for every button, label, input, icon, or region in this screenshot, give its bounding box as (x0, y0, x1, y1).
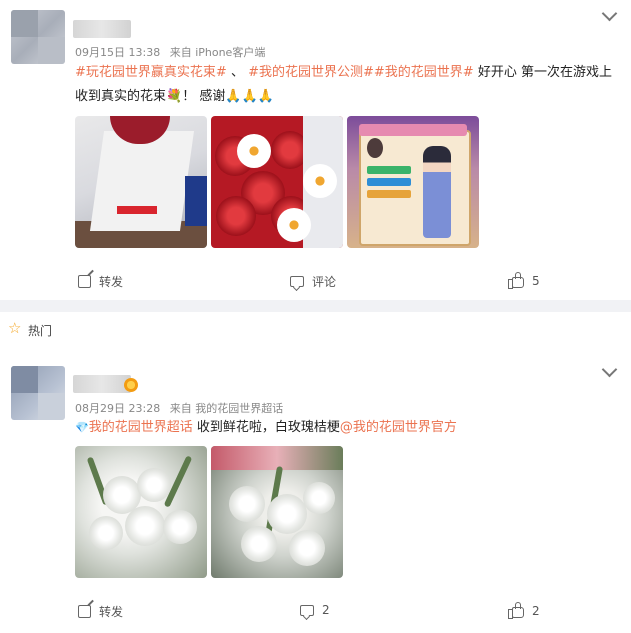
chevron-down-icon[interactable] (601, 5, 618, 22)
hashtag-link[interactable]: #我的花园世界# (374, 65, 474, 80)
post-image-roses[interactable] (211, 116, 343, 248)
post-text: #玩花园世界赢真实花束# 、 #我的花园世界公测##我的花园世界# 好开心 第一… (75, 61, 617, 109)
post-image-game-screenshot[interactable] (347, 116, 479, 248)
post-actions: 转发 评论 5 (0, 272, 631, 293)
comment-count: 2 (322, 603, 330, 617)
repost-label: 转发 (99, 605, 124, 619)
hashtag-link[interactable]: #我的花园世界公测# (248, 65, 374, 80)
supertopic-label: 我的花园世界超话 (88, 420, 193, 435)
pray-emoji: 🙏🙏🙏 (225, 89, 274, 104)
comment-button[interactable]: 2 (300, 603, 330, 617)
weibo-post-1: 09月15日 13:38 来自 iPhone客户端 #玩花园世界赢真实花束# 、… (0, 0, 631, 300)
hot-section-header: ☆ 热门 (0, 312, 631, 348)
post-date[interactable]: 08月29日 23:28 (75, 402, 160, 415)
like-button[interactable]: 2 (508, 602, 540, 619)
star-icon: ☆ (8, 319, 22, 337)
diamond-icon: 💎 (75, 421, 89, 434)
post-date[interactable]: 09月15日 13:38 (75, 46, 160, 59)
supertopic-link[interactable]: 💎我的花园世界超话 (75, 420, 193, 435)
post-text: 💎我的花园世界超话 收到鲜花啦，白玫瑰桔梗@我的花园世界官方 (75, 416, 617, 440)
chevron-down-icon[interactable] (601, 361, 618, 378)
like-button[interactable]: 5 (508, 272, 540, 289)
avatar[interactable] (11, 366, 65, 420)
post-image-bouquet[interactable] (75, 116, 207, 248)
vip-badge-icon[interactable] (124, 378, 138, 392)
mention-link[interactable]: @我的花园世界官方 (340, 420, 457, 435)
post-image-white-roses-1[interactable] (75, 446, 207, 578)
post-meta: 08月29日 23:28 来自 我的花园世界超话 (75, 400, 289, 416)
post-image-white-roses-2[interactable] (211, 446, 343, 578)
comment-icon (290, 276, 304, 287)
separator: 、 (230, 65, 244, 80)
comment-icon (300, 604, 314, 616)
avatar[interactable] (11, 10, 65, 64)
like-count: 5 (532, 273, 540, 288)
like-count: 2 (532, 603, 540, 618)
username-blurred[interactable] (73, 375, 131, 393)
hashtag-link[interactable]: #玩花园世界赢真实花束# (75, 65, 227, 80)
post-meta: 09月15日 13:38 来自 iPhone客户端 (75, 44, 271, 60)
like-icon (508, 272, 524, 289)
bouquet-emoji: 💐 (166, 89, 183, 104)
comment-button[interactable]: 评论 (290, 273, 336, 290)
post-actions: 转发 2 2 (0, 602, 631, 623)
repost-button[interactable]: 转发 (78, 273, 123, 290)
comment-label: 评论 (312, 275, 337, 289)
repost-icon (78, 275, 91, 288)
repost-button[interactable]: 转发 (78, 603, 123, 620)
repost-label: 转发 (99, 275, 124, 289)
post-body-text: 收到鲜花啦，白玫瑰桔梗 (192, 420, 340, 435)
like-icon (508, 602, 524, 619)
post-source: 来自 我的花园世界超话 (169, 402, 284, 415)
username-blurred[interactable] (73, 20, 131, 38)
repost-icon (78, 605, 91, 618)
post-body-text: ！ 感谢 (182, 89, 226, 104)
weibo-post-2: 08月29日 23:28 来自 我的花园世界超话 💎我的花园世界超话 收到鲜花啦… (0, 348, 631, 633)
section-label: 热门 (28, 324, 53, 338)
post-source: 来自 iPhone客户端 (169, 46, 266, 59)
